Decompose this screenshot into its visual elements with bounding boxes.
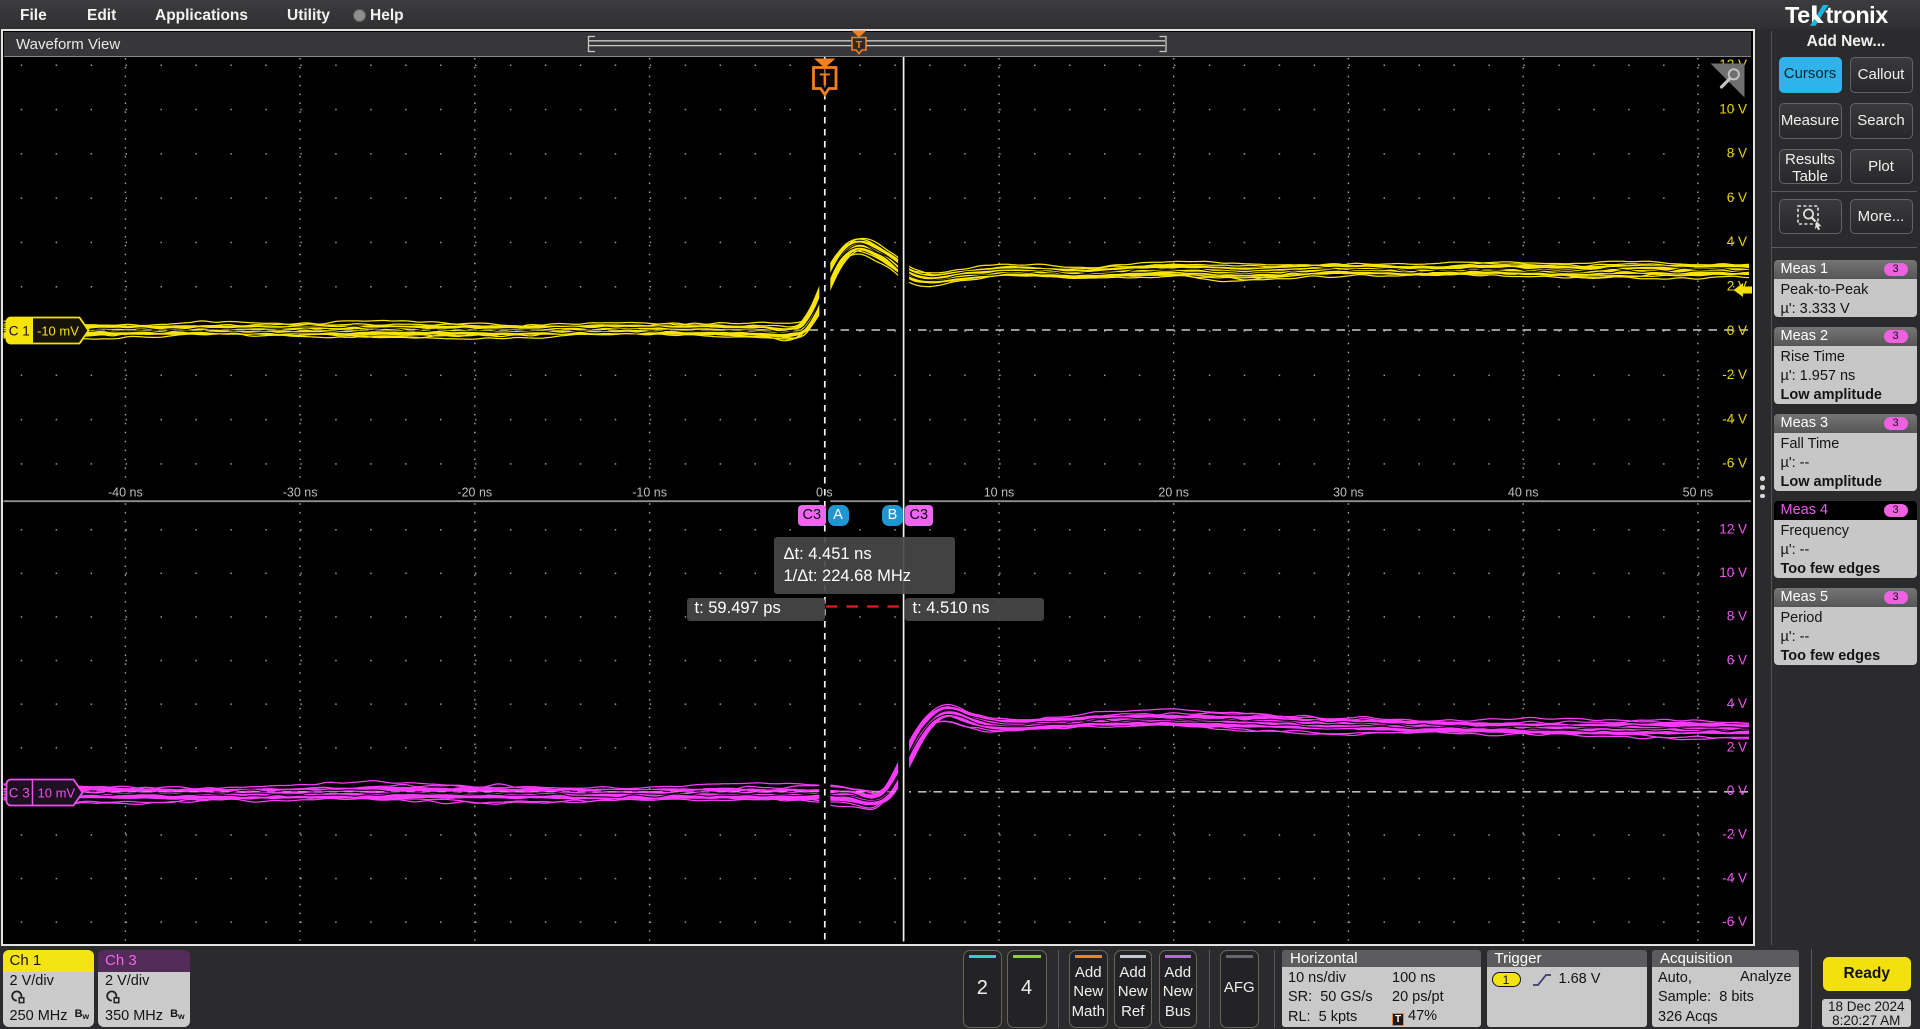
svg-text:C 1: C 1 bbox=[9, 324, 30, 339]
svg-text:-10 mV: -10 mV bbox=[37, 324, 79, 339]
svg-text:10 mV: 10 mV bbox=[38, 786, 76, 801]
svg-text:C 3: C 3 bbox=[9, 786, 30, 801]
